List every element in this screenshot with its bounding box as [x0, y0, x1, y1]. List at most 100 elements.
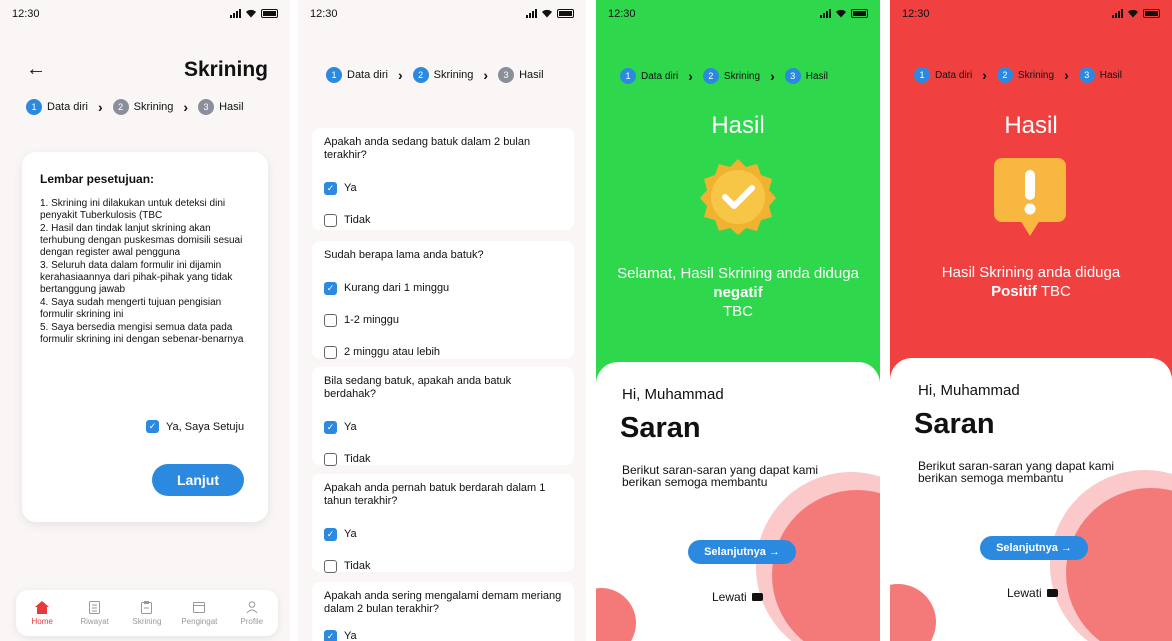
checkbox[interactable]: ✓	[324, 281, 337, 295]
next-button[interactable]: Selanjutnya →	[980, 536, 1088, 560]
step-data-diri: 1 Data diri	[326, 67, 388, 83]
agree-label: Ya, Saya Setuju	[166, 420, 245, 433]
chevron-right-icon: ›	[770, 68, 775, 84]
checkbox[interactable]	[324, 313, 337, 327]
battery-icon	[851, 8, 868, 18]
chevron-right-icon: ›	[982, 67, 987, 83]
question-card: Sudah berapa lama anda batuk? ✓ Kurang da…	[312, 241, 574, 359]
saran-sheet: Hi, Muhammad Saran Berikut saran-saran y…	[890, 358, 1172, 641]
skip-link[interactable]: Lewati	[1007, 586, 1058, 600]
term-item: 2. Hasil dan tindak lanjut skrining akan…	[40, 223, 243, 258]
checkbox[interactable]	[324, 345, 337, 359]
battery-icon	[1143, 8, 1160, 18]
option-row[interactable]: Tidak	[324, 550, 562, 582]
next-button[interactable]: Selanjutnya →	[688, 540, 796, 564]
saran-title: Saran	[620, 412, 701, 444]
saran-sheet: Hi, Muhammad Saran Berikut saran-saran y…	[596, 362, 880, 641]
option-row[interactable]: 2 minggu atau lebih	[324, 336, 562, 368]
result-title: Hasil	[711, 112, 765, 139]
user-icon	[245, 600, 259, 614]
question-text: Apakah anda sedang batuk dalam 2 bulan t…	[324, 136, 531, 161]
step-skrining: 2 Skrining	[996, 67, 1054, 83]
step-skrining: 2 Skrining	[702, 68, 760, 84]
term-item: 5. Saya bersedia mengisi semua data pada…	[40, 322, 244, 345]
result-message: Hasil Skrining anda diduga Positif TBC	[941, 264, 1121, 300]
status-time: 12:30	[608, 8, 636, 20]
checkbox[interactable]	[324, 559, 337, 573]
checkbox[interactable]: ✓	[324, 420, 337, 434]
step-data-diri: 1 Data diri	[26, 99, 88, 115]
option-row[interactable]: 1-2 minggu	[324, 304, 562, 336]
chevron-right-icon: ›	[397, 67, 403, 83]
step-data-diri: 1 Data diri	[914, 67, 972, 83]
step-hasil: 3 Hasil	[784, 68, 828, 84]
question-card: Apakah anda sering mengalami demam meria…	[312, 582, 574, 641]
signal-icon	[1112, 8, 1123, 18]
nav-skrining[interactable]: Skrining	[125, 600, 169, 626]
checkbox[interactable]	[324, 452, 337, 466]
checkbox[interactable]	[324, 213, 337, 227]
status-bar: 12:30	[0, 0, 290, 28]
document-icon	[88, 600, 102, 614]
stepper: 1 Data diri › 2 Skrining › 3 Hasil	[914, 67, 1122, 83]
check-badge-icon	[700, 159, 776, 235]
backspace-icon	[751, 593, 763, 601]
consent-card: Lembar pesetujuan: 1. Skrining ini dilak…	[22, 152, 268, 522]
lanjut-button[interactable]: Lanjut	[152, 464, 244, 496]
option-row[interactable]: Tidak	[324, 204, 562, 236]
screening-screen: 12:30 1 Data diri › 2 Skrining › 3 Hasil Ap…	[298, 0, 586, 641]
question-text: Apakah anda pernah batuk berdarah dalam …	[324, 482, 546, 507]
skip-link[interactable]: Lewati	[712, 590, 763, 604]
nav-pengingat[interactable]: Pengingat	[177, 600, 221, 626]
consent-terms: 1. Skrining ini dilakukan untuk deteksi …	[40, 198, 255, 347]
result-title: Hasil	[1004, 112, 1058, 139]
back-arrow-icon[interactable]: ←	[26, 58, 46, 81]
question-text: Apakah anda sering mengalami demam meria…	[324, 590, 562, 615]
step-skrining: 2 Skrining	[412, 67, 473, 83]
term-item: 1. Skrining ini dilakukan untuk deteksi …	[40, 198, 226, 221]
bottom-nav: Home Riwayat Skrining Pengingat Profile	[16, 590, 278, 636]
wifi-icon	[246, 9, 256, 17]
chevron-right-icon: ›	[183, 99, 189, 115]
option-row[interactable]: ✓ Ya	[324, 620, 562, 641]
stepper: 1 Data diri › 2 Skrining › 3 Hasil	[620, 68, 828, 84]
option-row[interactable]: ✓ Ya	[324, 411, 562, 443]
chevron-right-icon: ›	[688, 68, 693, 84]
status-bar: 12:30	[890, 0, 1172, 28]
checkbox[interactable]: ✓	[324, 527, 337, 541]
agree-checkbox-row[interactable]: ✓ Ya, Saya Setuju	[146, 420, 244, 433]
step-hasil: 3 Hasil	[1078, 67, 1122, 83]
step-data-diri: 1 Data diri	[620, 68, 678, 84]
checkbox[interactable]: ✓	[324, 181, 337, 195]
chevron-right-icon: ›	[97, 99, 103, 115]
wifi-icon	[836, 9, 846, 17]
option-row[interactable]: Tidak	[324, 443, 562, 475]
result-positive-screen: 12:30 1 Data diri › 2 Skrining › 3 Hasil Ha…	[890, 0, 1172, 641]
decor-circle	[890, 584, 936, 641]
app-stage: 12:30 ← Skrining 1 Data diri › 2 Skrining …	[0, 0, 1172, 641]
nav-home[interactable]: Home	[20, 600, 64, 626]
question-text: Sudah berapa lama anda batuk?	[324, 249, 484, 261]
alert-message-icon	[994, 158, 1066, 236]
consent-title: Lembar pesetujuan:	[40, 172, 155, 186]
saran-description: Berikut saran-saran yang dapat kami beri…	[918, 459, 1115, 485]
question-card: Apakah anda sedang batuk dalam 2 bulan t…	[312, 128, 574, 230]
step-skrining: 2 Skrining	[112, 99, 173, 115]
page-title: Skrining	[183, 58, 268, 81]
result-message: Selamat, Hasil Skrining anda diduga nega…	[617, 265, 859, 320]
nav-profile[interactable]: Profile	[230, 600, 274, 626]
stepper: 1 Data diri › 2 Skrining › 3 Hasil	[326, 67, 544, 83]
wifi-icon	[1128, 9, 1138, 17]
checkbox[interactable]: ✓	[324, 629, 337, 641]
option-row[interactable]: ✓ Ya	[324, 172, 562, 204]
agree-checkbox[interactable]: ✓	[146, 420, 159, 433]
battery-icon	[557, 8, 574, 18]
nav-riwayat[interactable]: Riwayat	[73, 600, 117, 626]
question-card: Apakah anda pernah batuk berdarah dalam …	[312, 474, 574, 573]
saran-title: Saran	[914, 408, 995, 440]
status-time: 12:30	[902, 8, 930, 20]
option-row[interactable]: ✓ Ya	[324, 518, 562, 550]
home-icon	[35, 600, 50, 614]
option-row[interactable]: ✓ Kurang dari 1 minggu	[324, 272, 562, 304]
wifi-icon	[542, 9, 552, 17]
